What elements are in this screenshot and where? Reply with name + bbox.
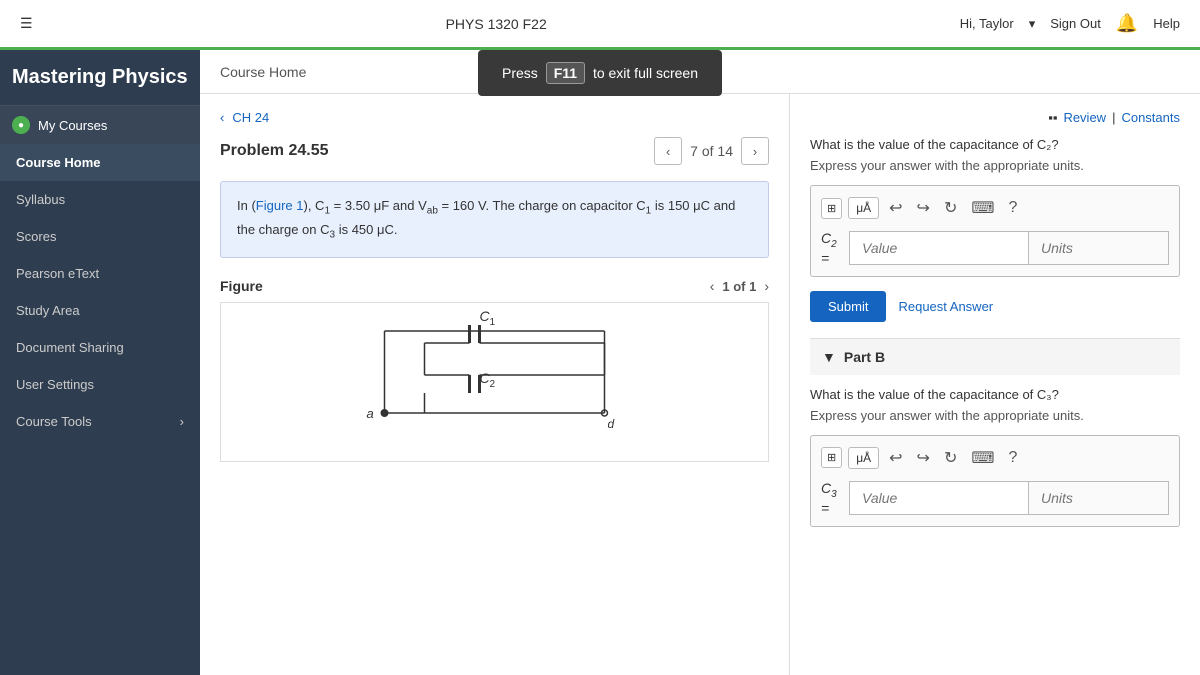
help-button-b[interactable]: ? xyxy=(1004,447,1021,469)
problem-nav: ‹ CH 24 xyxy=(220,110,769,125)
part-a-answer-area: ⊞ μÅ ↩ ↪ ↻ ⌨ ? C2 = xyxy=(810,185,1180,277)
matrix-button-a[interactable]: ⊞ xyxy=(821,198,842,219)
part-b-subtext: Express your answer with the appropriate… xyxy=(810,408,1180,423)
chapter-back-link[interactable]: CH 24 xyxy=(232,110,269,125)
review-icon: ▪▪ xyxy=(1048,110,1057,125)
sidebar: Mastering Physics ● My Courses Course Ho… xyxy=(0,50,200,675)
reset-button-a[interactable]: ↻ xyxy=(940,196,961,220)
problem-title-row: Problem 24.55 ‹ 7 of 14 › xyxy=(220,137,769,165)
sidebar-item-syllabus[interactable]: Syllabus xyxy=(0,181,200,218)
circuit-diagram: C 1 C 2 xyxy=(221,303,768,453)
breadcrumb-label: Course Home xyxy=(220,64,306,80)
answer-input-row-b: C3 = xyxy=(821,480,1169,516)
sign-out-link[interactable]: Sign Out xyxy=(1050,16,1101,31)
next-problem-button[interactable]: › xyxy=(741,137,769,165)
tip-message: to exit full screen xyxy=(593,65,698,81)
svg-text:2: 2 xyxy=(490,379,496,390)
my-courses-icon: ● xyxy=(12,116,30,134)
part-a-question: What is the value of the capacitance of … xyxy=(810,137,1180,152)
undo-button-b[interactable]: ↩ xyxy=(885,446,906,470)
part-b-label-eq: C3 = xyxy=(821,480,843,516)
problem-title-text: Problem 24.55 xyxy=(220,142,329,160)
problem-description: In (Figure 1), C1 = 3.50 μF and Vab = 16… xyxy=(220,181,769,258)
topbar: ☰ PHYS 1320 F22 Hi, Taylor ▾ Sign Out 🔔 … xyxy=(0,0,1200,50)
part-b-toggle[interactable]: ▼ Part B xyxy=(810,338,1180,375)
review-link[interactable]: Review xyxy=(1063,110,1106,125)
figure-label: Figure xyxy=(220,278,263,294)
review-bar: ▪▪ Review | Constants xyxy=(810,110,1180,125)
figure-page: 1 of 1 xyxy=(722,279,756,294)
page-indicator: 7 of 14 xyxy=(690,143,733,159)
my-courses-link[interactable]: ● My Courses xyxy=(0,106,200,144)
sidebar-item-document-sharing[interactable]: Document Sharing xyxy=(0,329,200,366)
mu-button-a[interactable]: μÅ xyxy=(848,197,879,219)
part-b-question: What is the value of the capacitance of … xyxy=(810,387,1180,402)
separator: | xyxy=(1112,110,1115,125)
user-greeting: Hi, Taylor xyxy=(960,16,1014,31)
request-answer-link-a[interactable]: Request Answer xyxy=(898,299,993,314)
keyboard-button-b[interactable]: ⌨ xyxy=(967,446,998,470)
press-label: Press xyxy=(502,65,538,81)
figure-header: Figure ‹ 1 of 1 › xyxy=(220,278,769,294)
part-b-label: Part B xyxy=(844,349,885,365)
brand-logo: Mastering Physics xyxy=(0,50,200,106)
right-panel: ▪▪ Review | Constants What is the value … xyxy=(790,94,1200,675)
answer-toolbar-b: ⊞ μÅ ↩ ↪ ↻ ⌨ ? xyxy=(821,446,1169,470)
part-b-value-input[interactable] xyxy=(849,481,1029,515)
f11-key: F11 xyxy=(546,62,585,84)
chevron-down-icon: ▾ xyxy=(1029,16,1036,32)
sidebar-item-study-area[interactable]: Study Area xyxy=(0,292,200,329)
help-button-a[interactable]: ? xyxy=(1004,197,1021,219)
figure-nav: ‹ 1 of 1 › xyxy=(710,278,769,294)
answer-input-row-a: C2 = xyxy=(821,230,1169,266)
reset-button-b[interactable]: ↻ xyxy=(940,446,961,470)
right-nav: Hi, Taylor ▾ Sign Out 🔔 Help xyxy=(960,13,1180,34)
matrix-button-b[interactable]: ⊞ xyxy=(821,447,842,468)
part-b-arrow-icon: ▼ xyxy=(822,349,836,365)
undo-button-a[interactable]: ↩ xyxy=(885,196,906,220)
redo-button-a[interactable]: ↪ xyxy=(913,196,934,220)
sidebar-item-course-tools[interactable]: Course Tools › xyxy=(0,403,200,440)
sidebar-item-user-settings[interactable]: User Settings xyxy=(0,366,200,403)
keyboard-button-a[interactable]: ⌨ xyxy=(967,196,998,220)
sidebar-item-pearson-etext[interactable]: Pearson eText xyxy=(0,255,200,292)
part-a-subtext: Express your answer with the appropriate… xyxy=(810,158,1180,173)
part-b-answer-area: ⊞ μÅ ↩ ↪ ↻ ⌨ ? C3 = xyxy=(810,435,1180,527)
part-a-units-input[interactable] xyxy=(1029,231,1169,265)
course-tools-label: Course Tools xyxy=(16,414,92,429)
sidebar-item-scores[interactable]: Scores xyxy=(0,218,200,255)
prev-problem-button[interactable]: ‹ xyxy=(654,137,682,165)
svg-text:d: d xyxy=(608,417,615,431)
sidebar-item-course-home[interactable]: Course Home xyxy=(0,144,200,181)
figure-next-button[interactable]: › xyxy=(764,278,769,294)
figure-prev-button[interactable]: ‹ xyxy=(710,278,715,294)
hamburger-icon[interactable]: ☰ xyxy=(20,15,33,32)
answer-toolbar-a: ⊞ μÅ ↩ ↪ ↻ ⌨ ? xyxy=(821,196,1169,220)
mu-button-b[interactable]: μÅ xyxy=(848,447,879,469)
left-panel: ‹ CH 24 Problem 24.55 ‹ 7 of 14 › In (Fi… xyxy=(200,94,790,675)
back-arrow-icon: ‹ xyxy=(220,110,224,125)
figure-section: Figure ‹ 1 of 1 › C 1 xyxy=(220,278,769,462)
part-a-value-input[interactable] xyxy=(849,231,1029,265)
help-link[interactable]: Help xyxy=(1153,16,1180,31)
chevron-right-icon: › xyxy=(180,414,184,429)
svg-text:a: a xyxy=(367,406,374,421)
constants-link[interactable]: Constants xyxy=(1121,110,1180,125)
my-courses-label: My Courses xyxy=(38,118,107,133)
notification-icon[interactable]: 🔔 xyxy=(1116,13,1138,34)
page-title: PHYS 1320 F22 xyxy=(446,16,547,32)
problem-nav-controls: ‹ 7 of 14 › xyxy=(654,137,769,165)
fullscreen-tooltip: Press F11 to exit full screen xyxy=(478,50,722,96)
part-a-label: C2 = xyxy=(821,230,843,266)
svg-text:1: 1 xyxy=(490,317,496,328)
redo-button-b[interactable]: ↪ xyxy=(913,446,934,470)
submit-button-a[interactable]: Submit xyxy=(810,291,886,322)
figure-link[interactable]: Figure 1 xyxy=(256,198,304,213)
part-b-units-input[interactable] xyxy=(1029,481,1169,515)
circuit-figure: C 1 C 2 xyxy=(220,302,769,462)
part-a-action-row: Submit Request Answer xyxy=(810,291,1180,322)
